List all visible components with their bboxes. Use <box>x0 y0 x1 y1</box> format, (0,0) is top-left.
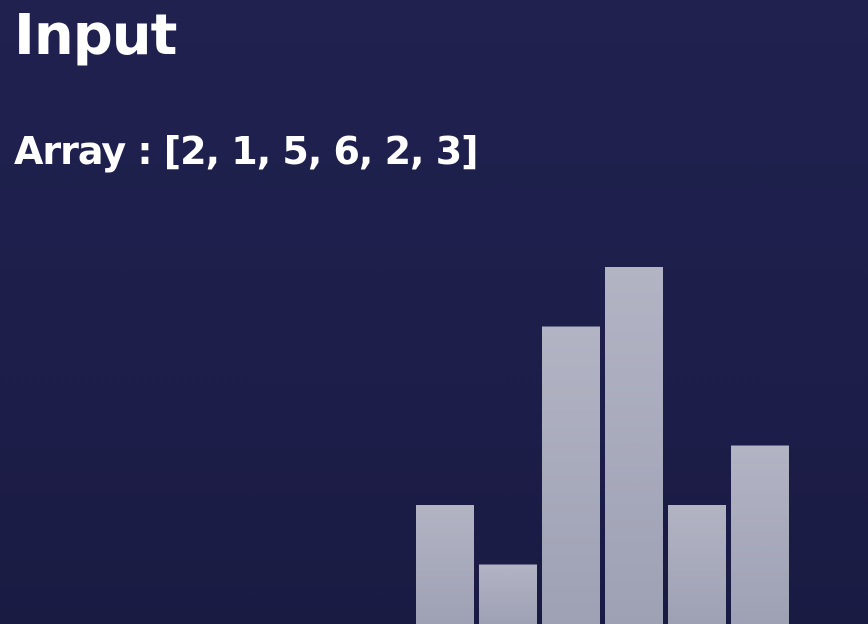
bar-1 <box>479 564 537 624</box>
bar-2 <box>542 326 600 624</box>
histogram-chart <box>416 267 789 624</box>
bar-0 <box>416 505 474 624</box>
bar-4 <box>668 505 726 624</box>
histogram-bars <box>416 267 789 624</box>
bar-5 <box>731 445 789 624</box>
bar-3 <box>605 267 663 624</box>
